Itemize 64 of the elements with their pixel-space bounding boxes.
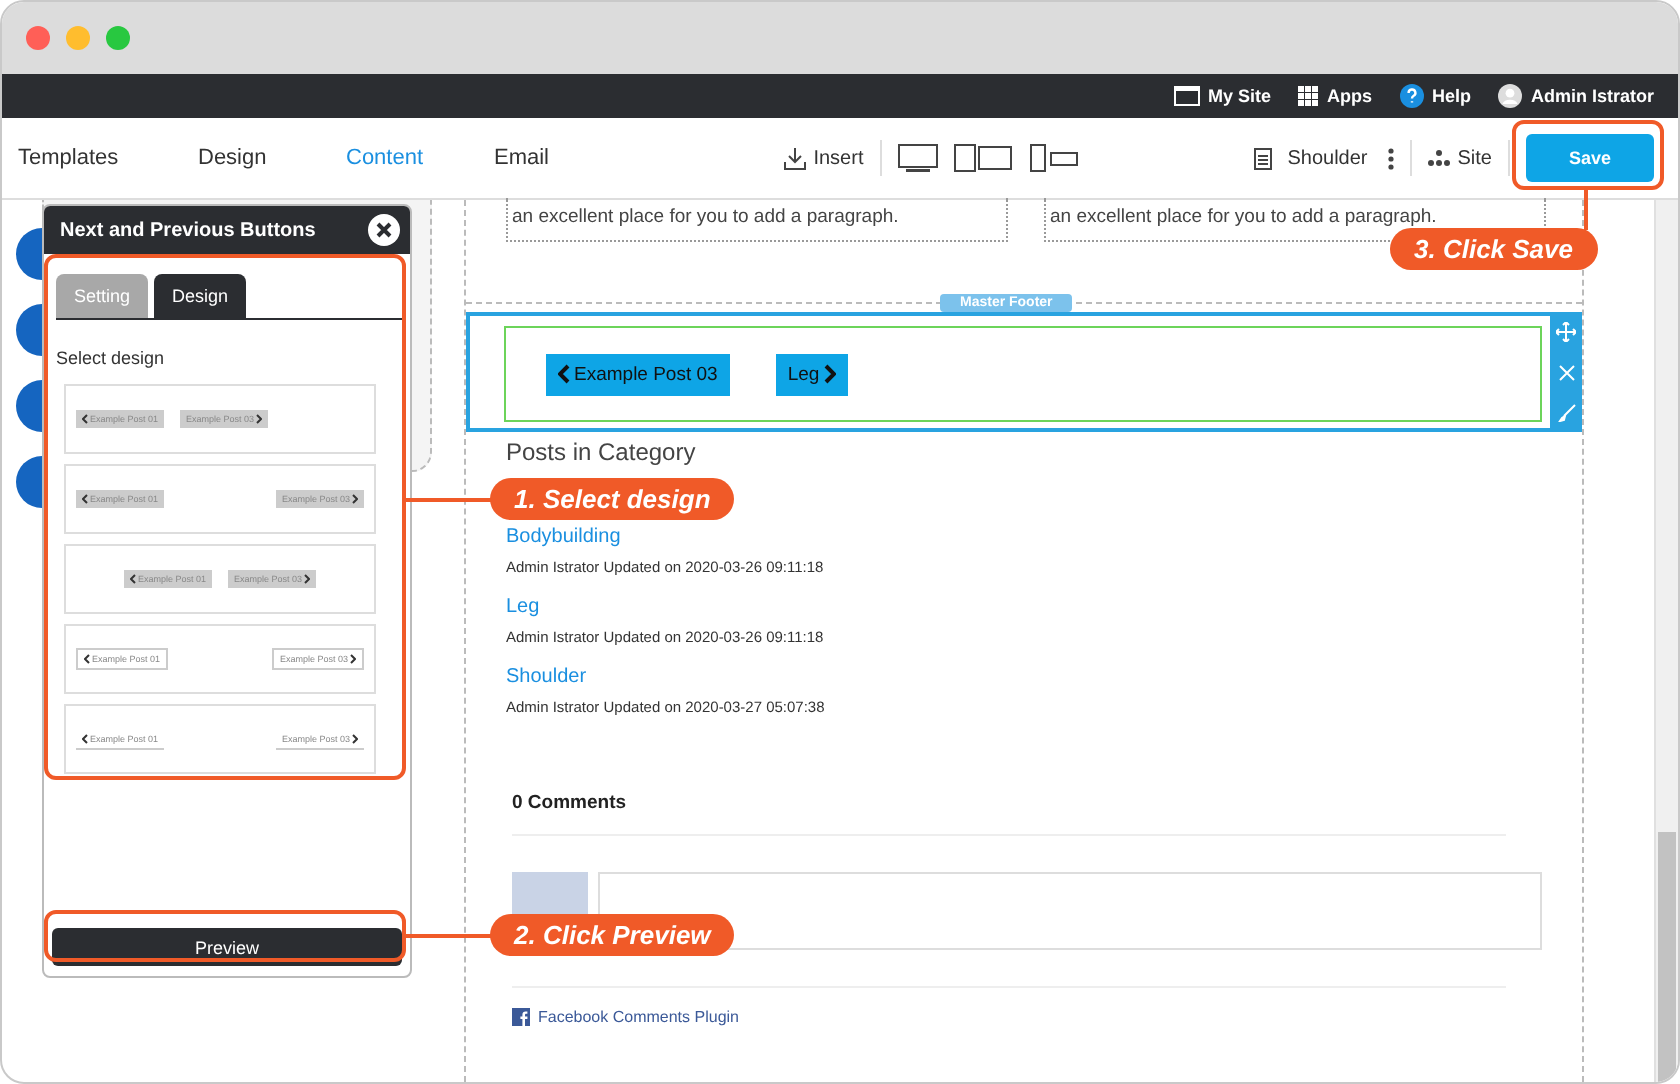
zoom-window-dot[interactable] (106, 26, 130, 50)
chevron-right-icon (256, 414, 263, 424)
chevron-left-icon (558, 364, 570, 384)
more-icon (1387, 147, 1394, 169)
instruction-tooltip: 2. Click Preview (490, 914, 735, 956)
section-title: Posts in Category (506, 438, 696, 466)
topbar-link-label: Apps (1326, 86, 1372, 106)
nav-tab[interactable]: Templates (2, 146, 166, 170)
scrollbar-thumb[interactable] (1658, 832, 1676, 1082)
nav-tab[interactable]: Email (462, 146, 610, 170)
topbar-link-label: Help (1431, 86, 1471, 106)
leader-line (406, 498, 494, 502)
leader-line (406, 934, 494, 938)
text-box[interactable]: an excellent place for you to add a paragraph. (506, 198, 1008, 242)
leader-line (1584, 190, 1588, 230)
footer-section[interactable]: Example Post 03 Leg (466, 312, 1582, 432)
download-icon (783, 147, 806, 169)
instruction-tooltip: 3. Click Save (1390, 228, 1597, 270)
panel-heading: Select design (56, 348, 167, 368)
sitemap-icon (1427, 150, 1450, 166)
previous-post-button[interactable]: Example Post 03 (546, 353, 730, 395)
chevron-left-icon (82, 414, 88, 424)
chevron-right-icon (304, 574, 311, 584)
plugin-link[interactable]: Facebook Comments Plugin (538, 1008, 739, 1026)
brush-icon[interactable] (1557, 403, 1575, 422)
desktop-icon[interactable] (897, 144, 938, 172)
close-icon (376, 222, 392, 238)
chevron-right-icon (352, 733, 358, 743)
topbar-link[interactable]: Help (1399, 84, 1471, 108)
browser-icon (1173, 86, 1200, 106)
close-icon[interactable] (1557, 363, 1575, 382)
move-icon[interactable] (1556, 322, 1576, 343)
chevron-right-icon (352, 494, 358, 504)
comments-count: 0 Comments (512, 792, 1506, 836)
instruction-tooltip: 1. Select design (490, 478, 735, 520)
close-window-dot[interactable] (26, 26, 50, 50)
topbar-link[interactable]: Admin Istrator (1498, 84, 1654, 108)
grid-icon (1298, 86, 1319, 106)
next-post-button[interactable]: Leg (775, 353, 848, 395)
chevron-right-icon (350, 654, 356, 664)
avatar-icon (1498, 84, 1523, 108)
chevron-left-icon (84, 654, 90, 664)
chevron-left-icon (82, 733, 88, 743)
topbar-link[interactable]: My Site (1173, 86, 1271, 106)
close-button[interactable] (368, 214, 400, 246)
phone-icon[interactable] (1029, 144, 1078, 172)
page-selector[interactable]: Shoulder (1237, 147, 1410, 169)
insert-button[interactable]: Insert (767, 147, 880, 169)
scrollbar[interactable] (1654, 200, 1678, 1082)
tablet-icon[interactable] (953, 144, 1014, 172)
topbar-link-label: Admin Istrator (1530, 86, 1654, 106)
site-button[interactable]: Site (1411, 147, 1508, 169)
topbar-link-label: My Site (1207, 86, 1271, 106)
minimize-window-dot[interactable] (66, 26, 90, 50)
nav-tab[interactable]: Design (166, 146, 314, 170)
topbar-link[interactable]: Apps (1298, 86, 1372, 106)
facebook-icon (512, 1008, 530, 1026)
panel-tab[interactable]: Design (154, 274, 247, 318)
chevron-left-icon (82, 494, 88, 504)
chevron-right-icon (823, 364, 836, 384)
panel-title: Next and Previous Buttons (60, 219, 316, 241)
chevron-left-icon (129, 574, 136, 584)
help-icon (1399, 84, 1424, 108)
document-icon (1253, 147, 1272, 169)
